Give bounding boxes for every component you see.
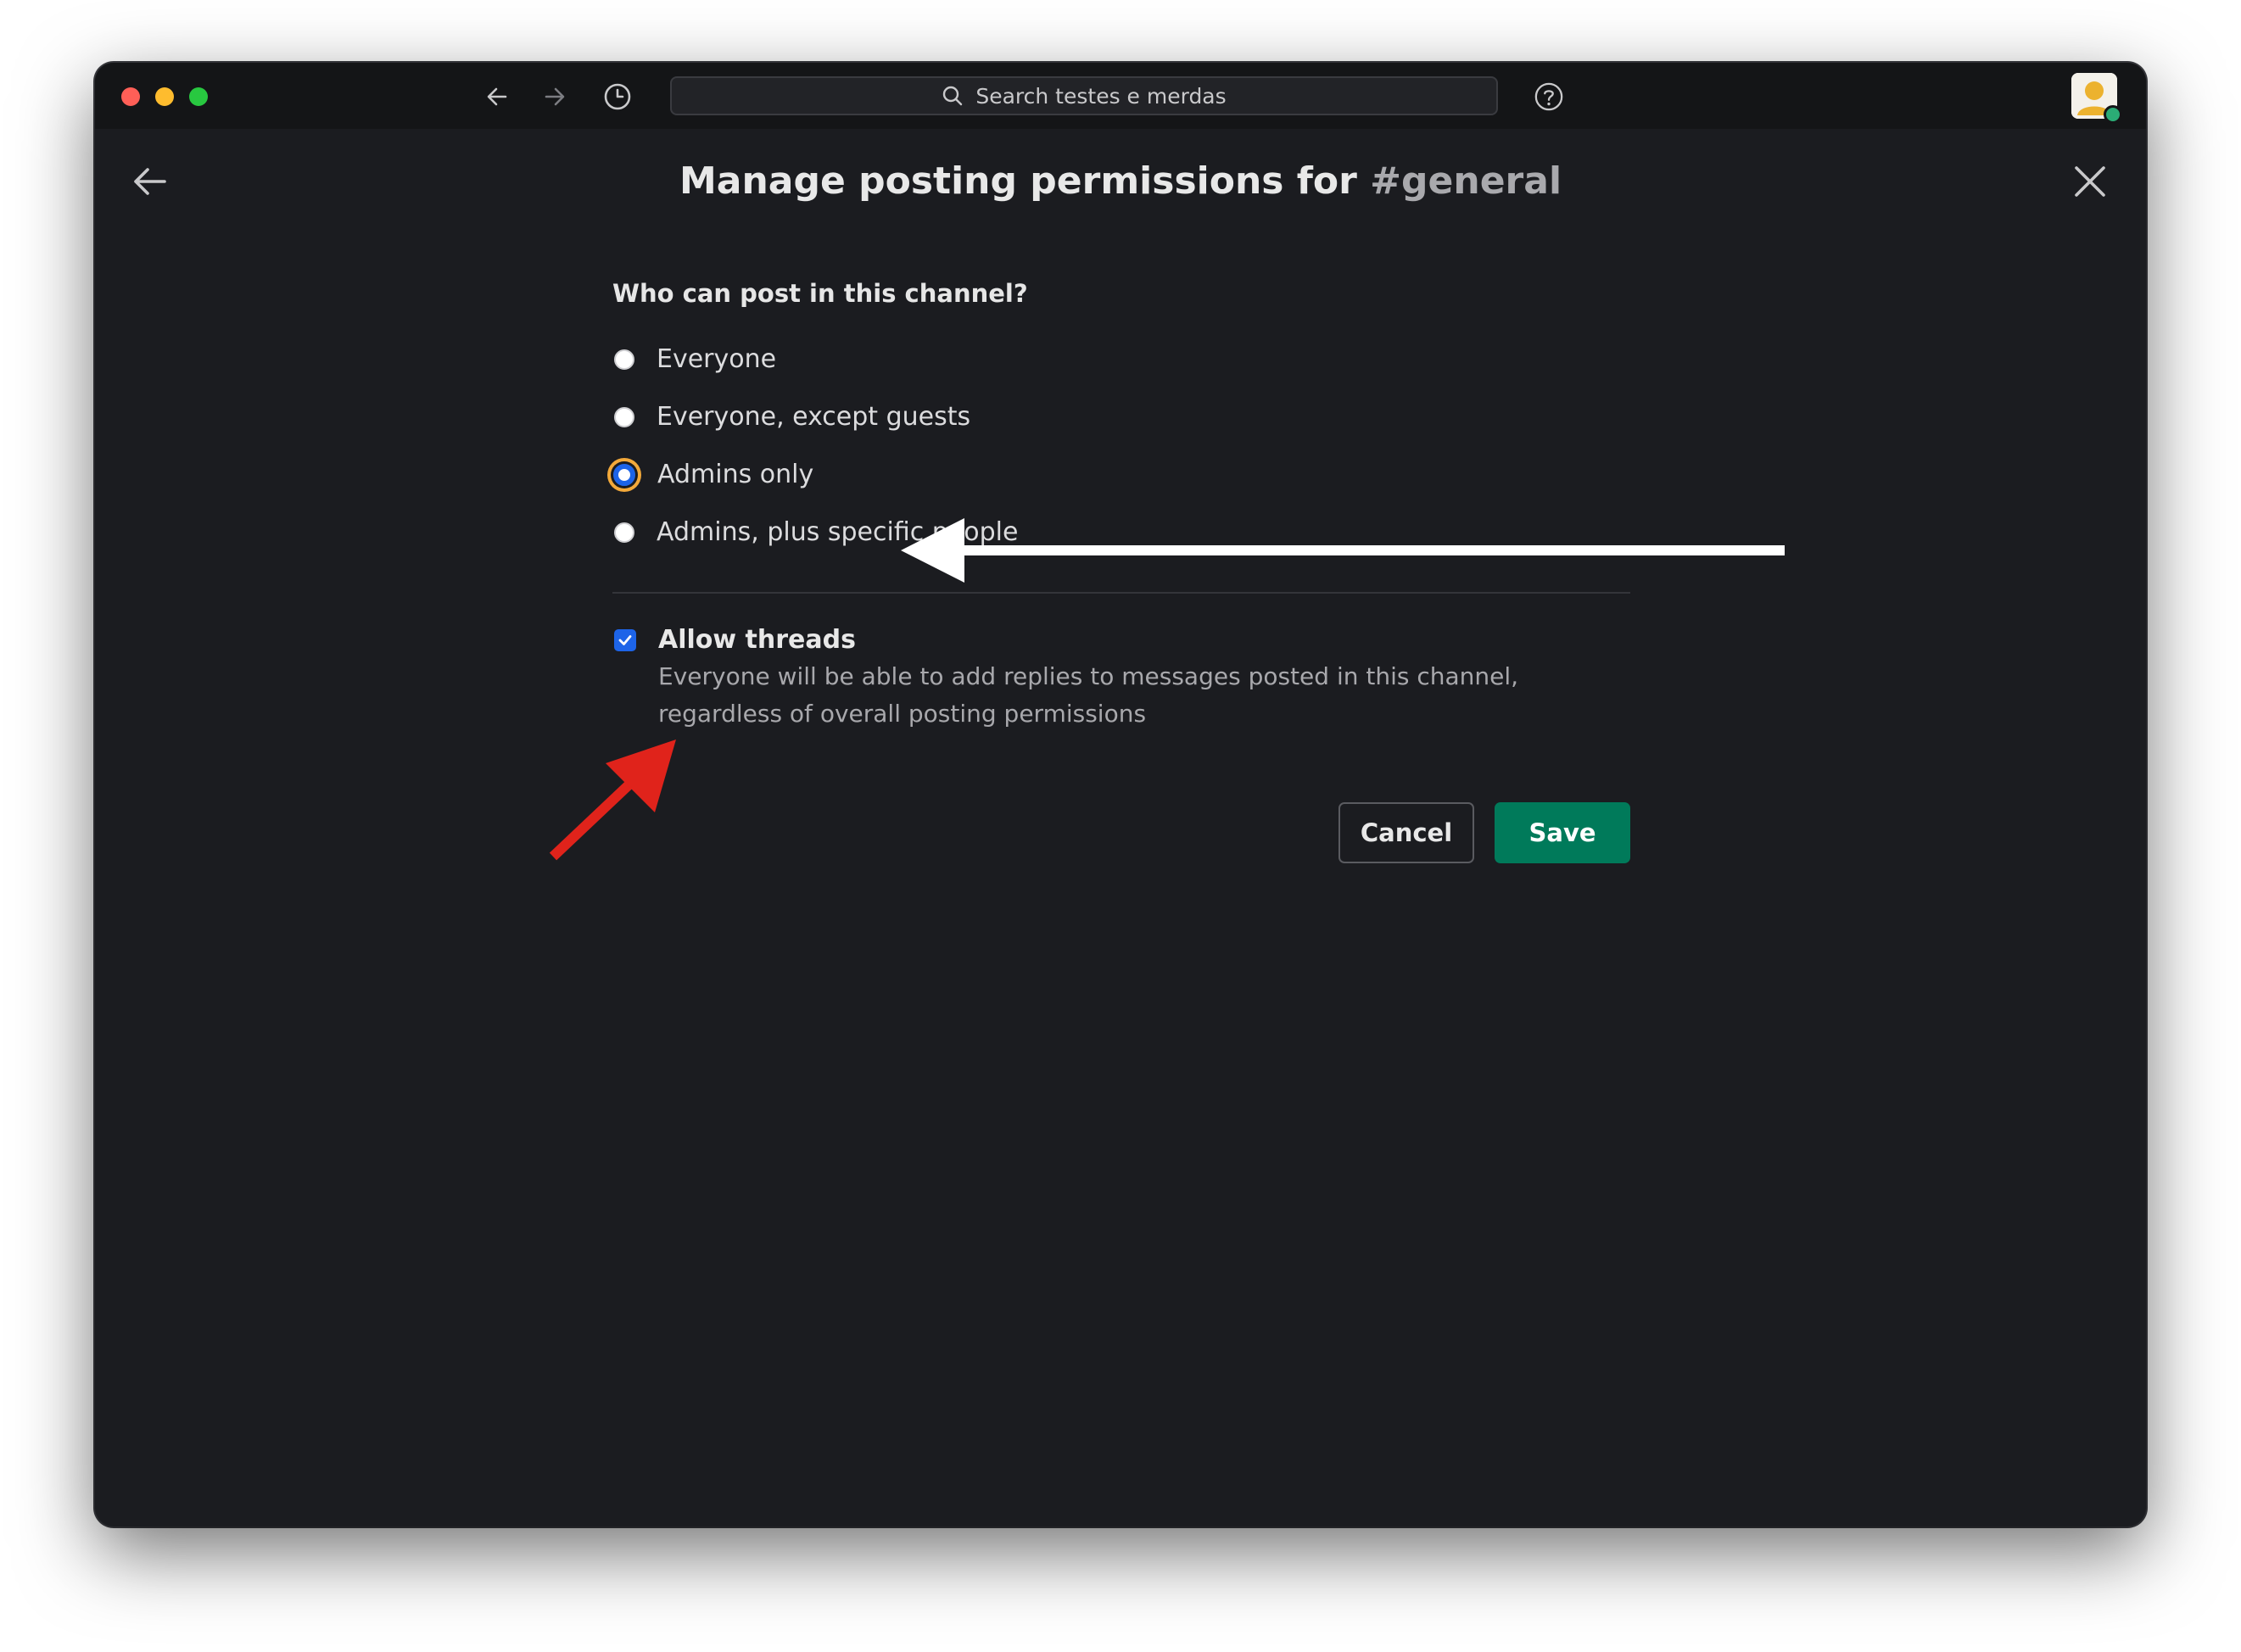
online-status-dot xyxy=(2104,105,2122,124)
close-button[interactable] xyxy=(2066,158,2114,205)
close-window-button[interactable] xyxy=(121,87,140,106)
option-admins-only[interactable]: Admins only xyxy=(612,446,1630,504)
radio-admins-only[interactable] xyxy=(613,464,635,486)
modal-title-text: Manage posting permissions for xyxy=(679,159,1357,203)
channel-hash: # xyxy=(1370,159,1402,203)
clock-icon[interactable] xyxy=(602,81,633,112)
checkmark-icon xyxy=(618,635,632,645)
search-bar[interactable]: Search testes e merdas xyxy=(670,76,1498,115)
search-icon xyxy=(943,86,963,106)
close-icon xyxy=(2075,166,2105,197)
radio-admins-plus-specific[interactable] xyxy=(614,522,634,543)
search-placeholder: Search testes e merdas xyxy=(975,83,1227,109)
channel-name: general xyxy=(1401,159,1562,203)
radio-everyone[interactable] xyxy=(614,349,634,370)
modal-title: Manage posting permissions for #general xyxy=(95,154,2146,209)
minimize-window-button[interactable] xyxy=(155,87,174,106)
radio-everyone-except-guests[interactable] xyxy=(614,407,634,427)
red-arrow-annotation xyxy=(549,739,676,861)
divider xyxy=(612,592,1630,594)
permissions-form: Who can post in this channel? Everyone E… xyxy=(612,275,1630,733)
allow-threads-label: Allow threads xyxy=(658,625,856,655)
app-window: Search testes e merdas Manage posting pe… xyxy=(95,63,2146,1526)
save-button[interactable]: Save xyxy=(1495,802,1630,863)
avatar[interactable] xyxy=(2071,73,2122,124)
allow-threads-row: Allow threads Everyone will be able to a… xyxy=(612,622,1630,733)
arrow-right-icon[interactable] xyxy=(539,81,570,112)
allow-threads-description: Everyone will be able to add replies to … xyxy=(658,662,1519,728)
title-bar: Search testes e merdas xyxy=(95,63,2146,129)
question-label: Who can post in this channel? xyxy=(612,279,1028,308)
option-everyone-except-guests[interactable]: Everyone, except guests xyxy=(612,388,1630,446)
question-circle-icon[interactable] xyxy=(1534,81,1564,112)
dialog-buttons: Cancel Save xyxy=(1338,802,1630,863)
option-everyone[interactable]: Everyone xyxy=(612,331,1630,388)
zoom-window-button[interactable] xyxy=(189,87,208,106)
allow-threads-checkbox[interactable] xyxy=(614,629,636,651)
option-label: Everyone, except guests xyxy=(657,402,971,432)
white-arrow-annotation xyxy=(901,518,1785,583)
option-label: Everyone xyxy=(657,344,777,374)
arrow-left-icon[interactable] xyxy=(482,81,512,112)
cancel-button[interactable]: Cancel xyxy=(1338,802,1474,863)
option-label: Admins only xyxy=(657,460,814,489)
